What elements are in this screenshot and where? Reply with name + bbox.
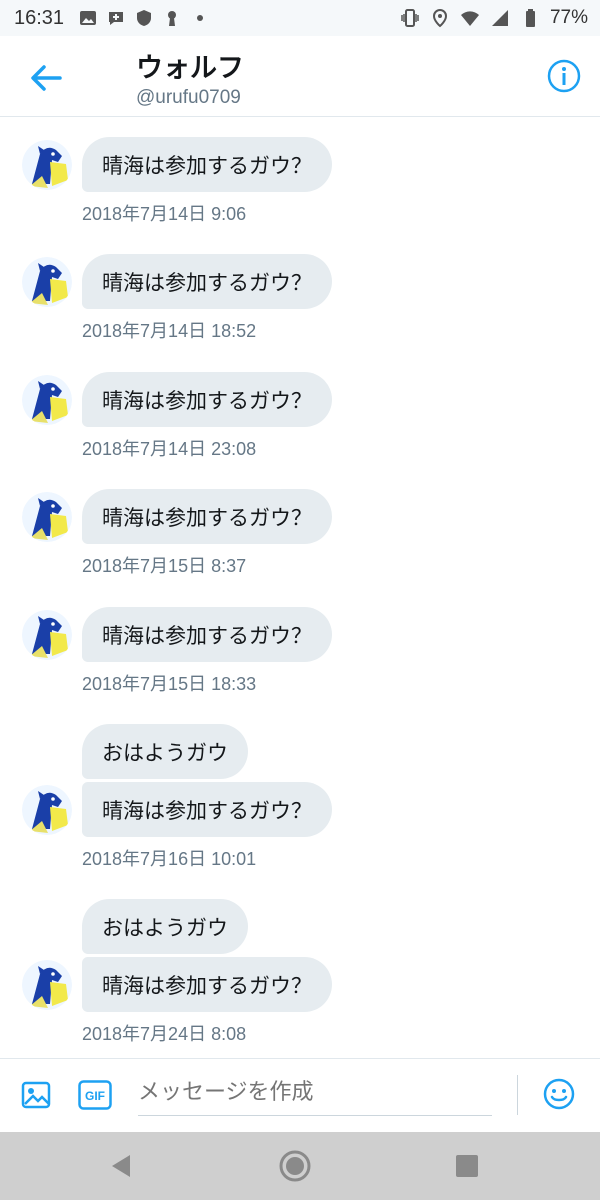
message-input[interactable] bbox=[138, 1069, 492, 1116]
avatar[interactable] bbox=[22, 140, 72, 190]
avatar[interactable] bbox=[22, 375, 72, 425]
back-icon[interactable] bbox=[108, 1152, 134, 1180]
image-upload-icon[interactable] bbox=[20, 1079, 52, 1111]
message-timestamp: 2018年7月16日 10:01 bbox=[82, 849, 257, 869]
emoji-icon[interactable] bbox=[542, 1077, 576, 1111]
message-bubble[interactable]: 晴海は参加するガウ？ bbox=[82, 137, 332, 192]
gif-label: GIF bbox=[85, 1089, 105, 1103]
status-time: 16:31 bbox=[14, 6, 65, 29]
message-timestamp: 2018年7月15日 18:33 bbox=[82, 674, 257, 694]
system-nav-bar bbox=[0, 1132, 600, 1200]
wifi-icon bbox=[460, 11, 479, 26]
composer-bar: GIF bbox=[0, 1058, 600, 1133]
message-bubble[interactable]: 晴海は参加するガウ？ bbox=[82, 372, 332, 427]
battery-percent: 77% bbox=[549, 7, 588, 28]
vibrate-icon bbox=[401, 9, 419, 27]
chat-plus-icon bbox=[109, 12, 124, 25]
conversation-title[interactable]: ウォルフ @urufu0709 bbox=[136, 46, 244, 109]
avatar[interactable] bbox=[22, 960, 72, 1010]
message-timestamp: 2018年7月14日 9:06 bbox=[82, 204, 247, 224]
message-bubble[interactable]: おはようガウ bbox=[82, 724, 248, 779]
battery-icon bbox=[525, 9, 535, 27]
message-bubble[interactable]: 晴海は参加するガウ？ bbox=[82, 607, 332, 662]
message-timestamp: 2018年7月14日 18:52 bbox=[82, 321, 257, 341]
keyhole-icon bbox=[168, 11, 177, 26]
message-timestamp: 2018年7月15日 8:37 bbox=[82, 556, 247, 576]
message-timestamp: 2018年7月14日 23:08 bbox=[82, 439, 257, 459]
avatar[interactable] bbox=[22, 610, 72, 660]
status-bar: 16:31 77% bbox=[0, 0, 600, 36]
message-bubble[interactable]: 晴海は参加するガウ？ bbox=[82, 489, 332, 544]
location-icon bbox=[432, 8, 447, 28]
avatar[interactable] bbox=[22, 492, 72, 542]
dot-icon bbox=[197, 15, 204, 21]
signal-icon bbox=[491, 10, 508, 26]
message-bubble[interactable]: 晴海は参加するガウ？ bbox=[82, 957, 332, 1012]
home-icon[interactable] bbox=[278, 1149, 312, 1183]
contact-handle: @urufu0709 bbox=[136, 87, 241, 108]
composer-divider bbox=[517, 1075, 518, 1115]
message-bubble[interactable]: 晴海は参加するガウ？ bbox=[82, 254, 332, 309]
message-timestamp: 2018年7月24日 8:08 bbox=[82, 1024, 247, 1044]
conversation-header: ウォルフ @urufu0709 bbox=[0, 36, 600, 117]
avatar[interactable] bbox=[22, 257, 72, 307]
message-bubble[interactable]: 晴海は参加するガウ？ bbox=[82, 782, 332, 837]
contact-name: ウォルフ bbox=[136, 53, 244, 84]
shield-icon bbox=[137, 10, 152, 26]
back-arrow-icon[interactable] bbox=[26, 58, 66, 98]
image-icon bbox=[80, 11, 97, 25]
avatar[interactable] bbox=[22, 785, 72, 835]
recents-icon[interactable] bbox=[455, 1154, 479, 1178]
info-icon[interactable] bbox=[546, 58, 582, 94]
gif-icon[interactable]: GIF bbox=[78, 1080, 112, 1110]
message-bubble[interactable]: おはようガウ bbox=[82, 899, 248, 954]
message-list[interactable]: 晴海は参加するガウ？ 2018年7月14日 9:06 晴海は参加するガウ？ 20… bbox=[0, 117, 600, 1057]
